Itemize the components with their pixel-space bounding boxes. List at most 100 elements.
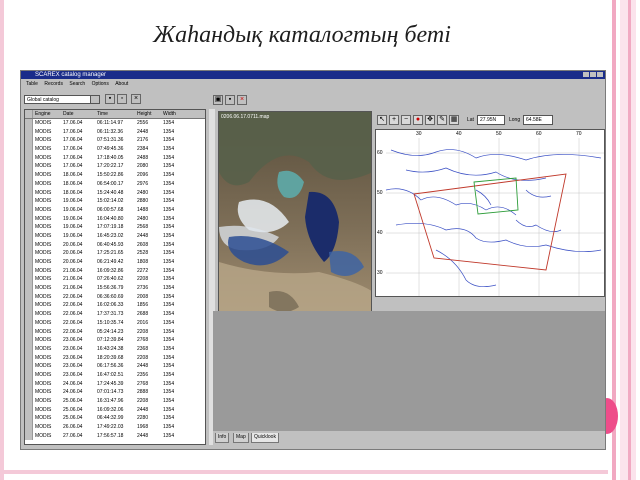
close-button[interactable] xyxy=(597,72,603,77)
table-row[interactable]: MODIS 22.06.04 06:36:60.69 2008 1354 xyxy=(25,292,205,302)
close-icon[interactable]: × xyxy=(237,95,247,105)
table-row[interactable]: MODIS 22.06.04 15:10:35.74 2016 1354 xyxy=(25,318,205,328)
row-selector[interactable] xyxy=(25,162,33,172)
menu-search[interactable]: Search xyxy=(69,81,85,87)
table-row[interactable]: MODIS 21.06.04 07:26:40.62 2208 1354 xyxy=(25,275,205,285)
row-selector[interactable] xyxy=(25,362,33,371)
table-row[interactable]: MODIS 20.06.04 06:21:49.42 1808 1354 xyxy=(25,258,205,267)
row-selector[interactable] xyxy=(25,327,33,337)
world-map[interactable]: 30 40 50 60 70 60 50 40 30 xyxy=(375,129,605,297)
row-selector[interactable] xyxy=(25,153,33,163)
table-row[interactable]: MODIS 23.06.04 18:20:39.68 2208 1354 xyxy=(25,353,205,363)
row-selector[interactable] xyxy=(25,223,33,232)
table-row[interactable]: MODIS 27.06.04 17:56:57.18 2448 1354 xyxy=(25,431,205,441)
row-selector[interactable] xyxy=(25,214,33,224)
long-field[interactable]: 64.58E xyxy=(523,115,553,125)
table-row[interactable]: MODIS 17.06.04 06:11:14.97 2556 1354 xyxy=(25,119,205,128)
zoom-out-icon[interactable]: − xyxy=(401,115,411,125)
row-selector[interactable] xyxy=(25,136,33,146)
satellite-image[interactable]: 0206.06.17.0711.map xyxy=(218,111,372,339)
row-selector[interactable] xyxy=(25,284,33,293)
lat-field[interactable]: 27.95N xyxy=(477,115,505,125)
row-selector[interactable] xyxy=(25,405,33,415)
table-row[interactable]: MODIS 17.06.04 07:51:31.36 2176 1354 xyxy=(25,136,205,146)
delete-icon[interactable]: × xyxy=(131,94,141,104)
menu-options[interactable]: Options xyxy=(92,81,109,87)
menu-records[interactable]: Records xyxy=(44,81,63,87)
row-selector[interactable] xyxy=(25,370,33,380)
table-row[interactable]: MODIS 19.06.04 16:04:40.80 2480 1354 xyxy=(25,214,205,224)
row-selector[interactable] xyxy=(25,292,33,302)
table-row[interactable]: MODIS 23.06.04 16:43:24.38 2368 1354 xyxy=(25,344,205,354)
table-row[interactable]: MODIS 18.06.04 15:24:40.48 2480 1354 xyxy=(25,188,205,198)
table-row[interactable]: MODIS 23.06.04 07:12:39.84 2768 1354 xyxy=(25,336,205,345)
table-row[interactable]: MODIS 23.06.04 06:17:56.36 2448 1354 xyxy=(25,362,205,371)
row-selector[interactable] xyxy=(25,258,33,267)
menu-about[interactable]: About xyxy=(115,81,128,87)
table-row[interactable]: MODIS 22.06.04 16:02:06.33 1856 1354 xyxy=(25,301,205,311)
table-row[interactable]: MODIS 19.06.04 16:45:23.02 2448 1354 xyxy=(25,231,205,241)
table-row[interactable]: MODIS 18.06.04 06:54:00.17 2976 1354 xyxy=(25,179,205,189)
table-row[interactable]: MODIS 24.06.04 07:01:14.73 2888 1354 xyxy=(25,388,205,397)
image-icon[interactable]: ▣ xyxy=(213,95,223,105)
table-row[interactable]: MODIS 18.06.04 15:50:22.86 2096 1354 xyxy=(25,171,205,180)
row-selector[interactable] xyxy=(25,171,33,180)
grid-icon[interactable]: ▦ xyxy=(449,115,459,125)
maximize-button[interactable] xyxy=(590,72,596,77)
row-selector[interactable] xyxy=(25,127,33,137)
row-selector[interactable] xyxy=(25,353,33,363)
row-selector[interactable] xyxy=(25,301,33,311)
row-selector[interactable] xyxy=(25,388,33,397)
row-selector[interactable] xyxy=(25,205,33,215)
chevron-down-icon[interactable] xyxy=(90,96,99,103)
row-selector[interactable] xyxy=(25,240,33,250)
draw-icon[interactable]: ✎ xyxy=(437,115,447,125)
row-selector[interactable] xyxy=(25,318,33,328)
table-row[interactable]: MODIS 24.06.04 17:24:45.39 2768 1354 xyxy=(25,379,205,389)
pointer-icon[interactable]: ↖ xyxy=(377,115,387,125)
table-row[interactable]: MODIS 19.06.04 06:00:57.68 1488 1354 xyxy=(25,205,205,215)
table-row[interactable]: MODIS 20.06.04 17:25:21.65 2528 1354 xyxy=(25,249,205,258)
col-engine[interactable]: Engine xyxy=(33,110,63,118)
table-row[interactable]: MODIS 17.06.04 07:49:45.36 2384 1354 xyxy=(25,145,205,154)
row-selector[interactable] xyxy=(25,336,33,345)
catalog-select[interactable]: Global catalog xyxy=(24,95,100,104)
row-selector[interactable] xyxy=(25,231,33,241)
table-row[interactable]: MODIS 19.06.04 15:02:14.02 2880 1354 xyxy=(25,197,205,206)
open-icon[interactable]: ▫ xyxy=(117,94,127,104)
row-selector[interactable] xyxy=(25,249,33,258)
table-row[interactable]: MODIS 21.06.04 16:09:32.86 2272 1354 xyxy=(25,266,205,276)
table-row[interactable]: MODIS 25.06.04 16:09:32.06 2448 1354 xyxy=(25,405,205,415)
pan-icon[interactable]: ✥ xyxy=(425,115,435,125)
table-row[interactable]: MODIS 23.06.04 16:47:02.51 2356 1354 xyxy=(25,370,205,380)
tab-info[interactable]: Info xyxy=(215,433,230,443)
table-row[interactable]: MODIS 26.06.04 17:49:22.03 1968 1354 xyxy=(25,423,205,432)
save-icon[interactable]: ▪ xyxy=(225,95,235,105)
col-width[interactable]: Width xyxy=(163,110,189,118)
row-selector[interactable] xyxy=(25,197,33,206)
row-selector[interactable] xyxy=(25,145,33,154)
table-row[interactable]: MODIS 25.06.04 16:31:47.96 2208 1354 xyxy=(25,397,205,406)
row-selector[interactable] xyxy=(25,179,33,189)
menu-table[interactable]: Table xyxy=(26,81,38,87)
row-selector[interactable] xyxy=(25,423,33,432)
tab-quicklook[interactable]: Quicklook xyxy=(251,433,279,443)
zoom-in-icon[interactable]: + xyxy=(389,115,399,125)
col-height[interactable]: Height xyxy=(137,110,163,118)
tab-map[interactable]: Map xyxy=(233,433,249,443)
row-selector[interactable] xyxy=(25,310,33,319)
col-time[interactable]: Time xyxy=(97,110,137,118)
row-selector[interactable] xyxy=(25,414,33,424)
table-row[interactable]: MODIS 25.06.04 06:44:32.99 2280 1354 xyxy=(25,414,205,424)
row-selector[interactable] xyxy=(25,379,33,389)
table-row[interactable]: MODIS 17.06.04 17:18:40.05 2488 1354 xyxy=(25,153,205,163)
table-row[interactable]: MODIS 19.06.04 17:07:19.18 2568 1354 xyxy=(25,223,205,232)
save-icon[interactable]: ▪ xyxy=(105,94,115,104)
col-date[interactable]: Date xyxy=(63,110,97,118)
table-row[interactable]: MODIS 22.06.04 05:24:14.23 2208 1354 xyxy=(25,327,205,337)
row-selector[interactable] xyxy=(25,344,33,354)
table-row[interactable]: MODIS 17.06.04 17:20:22.17 2080 1354 xyxy=(25,162,205,172)
row-selector[interactable] xyxy=(25,188,33,198)
row-selector[interactable] xyxy=(25,266,33,276)
table-row[interactable]: MODIS 21.06.04 15:56:36.79 2736 1354 xyxy=(25,284,205,293)
